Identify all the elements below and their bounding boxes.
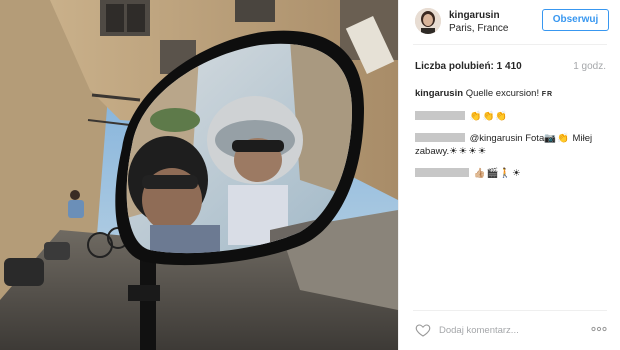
comment-item: kingarusin Quelle excursion! FR	[415, 87, 609, 101]
comment-item: 👏👏👏	[415, 110, 609, 123]
comment-emoji: 👍🏼🎬🚶☀	[473, 168, 522, 179]
post-side-panel: kingarusin Paris, France Obserwuj Liczba…	[398, 0, 620, 350]
comment-emoji: ☀☀☀☀	[449, 146, 488, 157]
comment-text: @kingarusin Fota	[469, 133, 545, 144]
redacted-username	[415, 133, 465, 142]
comment-emoji: 📷👏	[544, 133, 570, 144]
likes-count[interactable]: Liczba polubień: 1 410	[415, 61, 522, 72]
follow-button[interactable]: Obserwuj	[542, 9, 609, 31]
heart-icon[interactable]	[415, 322, 431, 338]
comment-flag: FR	[541, 91, 554, 98]
likes-number: 1 410	[496, 61, 522, 72]
redacted-username	[415, 111, 465, 120]
divider	[413, 44, 607, 45]
likes-label: Liczba polubień:	[415, 61, 494, 72]
post-timestamp[interactable]: 1 godz.	[573, 61, 606, 72]
avatar-image	[415, 8, 441, 34]
more-options-icon[interactable]	[591, 324, 607, 334]
comment-author[interactable]: kingarusin	[415, 88, 463, 99]
comments-list: kingarusin Quelle excursion! FR 👏👏👏 @kin…	[415, 87, 609, 189]
avatar[interactable]	[415, 8, 441, 34]
post-footer	[399, 310, 620, 350]
username-link[interactable]: kingarusin	[449, 10, 500, 21]
post-photo-image	[0, 0, 398, 350]
add-comment-input[interactable]	[439, 322, 559, 338]
post-photo[interactable]	[0, 0, 398, 350]
post-header: kingarusin Paris, France Obserwuj	[399, 0, 620, 44]
comment-text: Quelle excursion!	[465, 88, 540, 99]
location-link[interactable]: Paris, France	[449, 23, 508, 34]
comment-emoji: 👏👏👏	[469, 111, 509, 122]
comment-item: 👍🏼🎬🚶☀	[415, 167, 609, 180]
comment-item: @kingarusin Fota📷👏 Miłej zabawy.☀☀☀☀	[415, 132, 609, 158]
redacted-username	[415, 168, 469, 177]
